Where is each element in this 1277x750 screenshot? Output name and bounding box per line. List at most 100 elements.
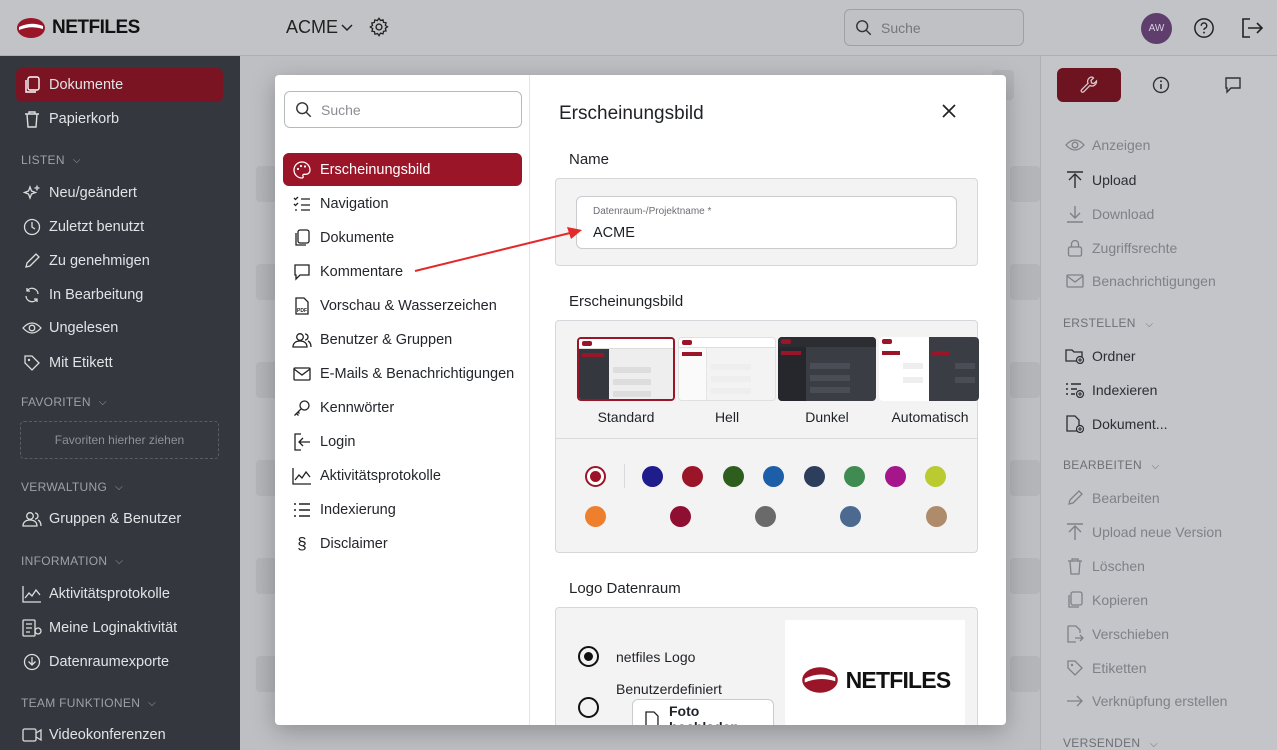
action-label: Indexieren — [1092, 381, 1158, 398]
color-swatch[interactable] — [585, 506, 606, 527]
workspace-selector[interactable]: ACME — [286, 17, 353, 38]
color-swatch[interactable] — [844, 466, 865, 487]
action-zugriffsrechte[interactable]: Zugriffsrechte — [1065, 239, 1177, 257]
theme-label: Standard — [597, 409, 655, 425]
color-swatch[interactable] — [755, 506, 776, 527]
action-indexieren[interactable]: Indexieren — [1065, 381, 1157, 398]
netfiles-logo[interactable]: NETFILES — [16, 17, 140, 39]
sidebar-item-aktivitaet[interactable]: Aktivitätsprotokolle — [22, 585, 170, 603]
settings-nav-vorschau[interactable]: PDF Vorschau & Wasserzeichen — [283, 289, 522, 322]
action-loeschen[interactable]: Löschen — [1065, 557, 1145, 575]
tab-tools[interactable] — [1057, 68, 1121, 102]
color-swatch[interactable] — [885, 466, 906, 487]
sidebar-item-dokumente[interactable]: Dokumente — [22, 76, 123, 94]
paragraph-icon: § — [297, 533, 307, 553]
action-download[interactable]: Download — [1065, 205, 1154, 223]
action-bearbeiten[interactable]: Bearbeiten — [1065, 489, 1160, 507]
color-swatch-selected[interactable] — [585, 466, 606, 487]
project-name-field[interactable]: Datenraum-/Projektname * ACME — [576, 196, 957, 249]
sidebar-item-ungelesen[interactable]: Ungelesen — [22, 320, 118, 336]
radio-custom-logo[interactable] — [578, 697, 599, 718]
sidebar-item-loginaktivitaet[interactable]: Meine Loginaktivität — [22, 619, 177, 637]
theme-automatisch[interactable] — [879, 337, 979, 401]
color-swatch[interactable] — [682, 466, 703, 487]
background-row — [1010, 264, 1040, 300]
color-swatch[interactable] — [642, 466, 663, 487]
sidebar-item-papierkorb[interactable]: Papierkorb — [22, 110, 119, 128]
action-upload-version[interactable]: Upload neue Version — [1065, 523, 1222, 541]
color-swatch[interactable] — [804, 466, 825, 487]
comment-icon — [292, 263, 312, 281]
sidebar-item-video[interactable]: Videokonferenzen — [22, 727, 166, 743]
activity-chart-icon — [292, 467, 312, 485]
action-label: Anzeigen — [1092, 137, 1151, 153]
settings-nav-disclaimer[interactable]: § Disclaimer — [283, 527, 522, 560]
theme-dunkel[interactable] — [778, 337, 876, 401]
sidebar-section-favoriten[interactable]: FAVORITEN ⌵ — [21, 395, 107, 409]
theme-standard[interactable] — [577, 337, 675, 401]
settings-nav-label: Aktivitätsprotokolle — [320, 467, 441, 484]
settings-nav-benutzer[interactable]: Benutzer & Gruppen — [283, 323, 522, 356]
favorites-drop-zone[interactable]: Favoriten hierher ziehen — [20, 421, 219, 459]
section-title: VERWALTUNG — [21, 480, 108, 494]
folder-add-icon — [1065, 347, 1085, 364]
sidebar-section-listen[interactable]: LISTEN ⌵ — [21, 153, 81, 167]
field-label: Datenraum-/Projektname * — [593, 206, 712, 217]
radio-netfiles-logo[interactable] — [578, 646, 599, 667]
settings-nav-navigation[interactable]: Navigation — [283, 187, 522, 220]
action-kopieren[interactable]: Kopieren — [1065, 591, 1148, 609]
sidebar-section-information[interactable]: INFORMATION ⌵ — [21, 554, 123, 568]
color-swatch[interactable] — [925, 466, 946, 487]
sidebar-section-team[interactable]: TEAM FUNKTIONEN ⌵ — [21, 696, 156, 710]
sidebar-item-exporte[interactable]: Datenraumexporte — [22, 653, 169, 671]
settings-nav-emails[interactable]: E-Mails & Benachrichtigungen — [283, 357, 522, 390]
settings-nav-kommentare[interactable]: Kommentare — [283, 255, 522, 288]
settings-search-input[interactable]: Suche — [284, 91, 522, 128]
action-anzeigen[interactable]: Anzeigen — [1065, 137, 1150, 153]
close-icon[interactable] — [941, 103, 957, 119]
settings-nav-aktivitaet[interactable]: Aktivitätsprotokolle — [283, 459, 522, 492]
user-avatar[interactable]: AW — [1141, 13, 1172, 44]
settings-nav-erscheinungsbild[interactable]: Erscheinungsbild — [283, 153, 522, 186]
color-swatch[interactable] — [840, 506, 861, 527]
sidebar-item-bearbeitung[interactable]: In Bearbeitung — [22, 286, 143, 304]
action-upload[interactable]: Upload — [1065, 171, 1136, 189]
sidebar-section-verwaltung[interactable]: VERWALTUNG ⌵ — [21, 480, 123, 494]
right-action-panel: Anzeigen Upload Download Zugriffsrechte … — [1040, 56, 1277, 750]
action-ordner[interactable]: Ordner — [1065, 347, 1136, 364]
sidebar-item-etikett[interactable]: Mit Etikett — [22, 354, 113, 372]
sidebar-item-zuletzt[interactable]: Zuletzt benutzt — [22, 218, 144, 236]
sidebar-item-neu[interactable]: Neu/geändert — [22, 184, 137, 202]
tab-comments[interactable] — [1201, 68, 1265, 102]
action-benachrichtigungen[interactable]: Benachrichtigungen — [1065, 273, 1216, 289]
sidebar-item-gruppen[interactable]: Gruppen & Benutzer — [22, 511, 181, 527]
upload-photo-button[interactable]: Foto hochladen — [632, 699, 774, 725]
settings-nav-indexierung[interactable]: Indexierung — [283, 493, 522, 526]
tab-info[interactable] — [1129, 68, 1193, 102]
help-icon[interactable] — [1193, 17, 1215, 39]
header-search-input[interactable]: Suche — [844, 9, 1024, 46]
sidebar-item-genehmigen[interactable]: Zu genehmigen — [22, 252, 150, 270]
section-title: BEARBEITEN — [1063, 458, 1143, 472]
theme-hell[interactable] — [678, 337, 776, 401]
section-versenden[interactable]: VERSENDEN ⌵ — [1063, 736, 1158, 750]
action-label: Benachrichtigungen — [1092, 273, 1216, 289]
settings-gear-icon[interactable] — [368, 16, 390, 38]
logout-icon[interactable] — [1240, 17, 1264, 39]
color-swatch[interactable] — [926, 506, 947, 527]
action-etiketten[interactable]: Etiketten — [1065, 659, 1146, 677]
action-verschieben[interactable]: Verschieben — [1065, 625, 1169, 643]
upload-icon — [1065, 523, 1085, 541]
color-swatch[interactable] — [670, 506, 691, 527]
color-swatch[interactable] — [723, 466, 744, 487]
action-verknuepfung[interactable]: Verknüpfung erstellen — [1065, 693, 1227, 709]
settings-nav-login[interactable]: Login — [283, 425, 522, 458]
settings-nav-kennwoerter[interactable]: Kennwörter — [283, 391, 522, 424]
section-bearbeiten[interactable]: BEARBEITEN ⌵ — [1063, 458, 1160, 472]
section-title: INFORMATION — [21, 554, 108, 568]
action-dokument[interactable]: Dokument... — [1065, 415, 1167, 433]
section-erstellen[interactable]: ERSTELLEN ⌵ — [1063, 316, 1153, 330]
sparkle-icon — [22, 184, 42, 202]
color-swatch[interactable] — [763, 466, 784, 487]
settings-nav-dokumente[interactable]: Dokumente — [283, 221, 522, 254]
